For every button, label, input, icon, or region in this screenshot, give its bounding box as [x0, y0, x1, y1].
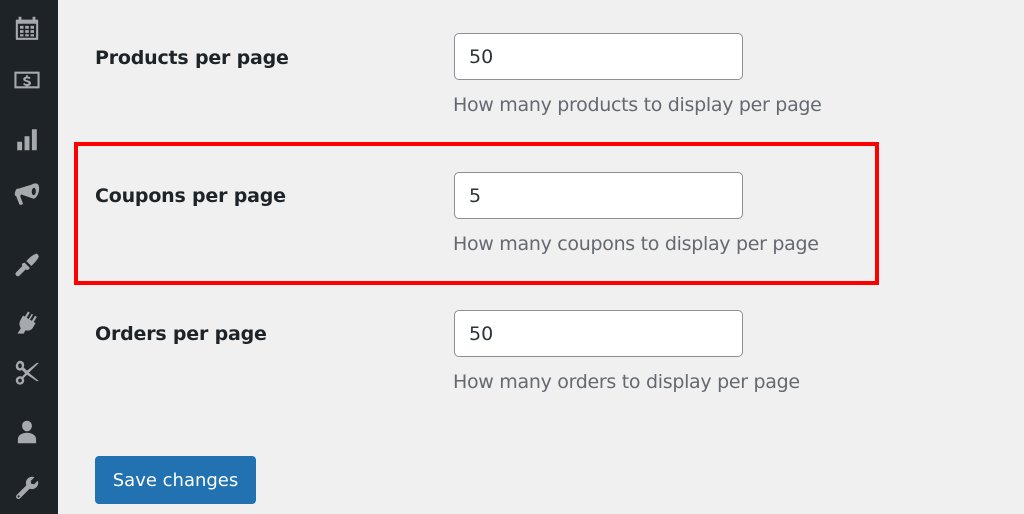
products-per-page-label: Products per page [95, 47, 289, 69]
dollar-icon[interactable] [12, 65, 42, 95]
admin-sidebar [0, 0, 58, 514]
products-per-page-input[interactable] [454, 33, 743, 80]
coupons-per-page-input[interactable] [454, 172, 743, 219]
paintbrush-icon[interactable] [12, 252, 42, 282]
orders-per-page-help: How many orders to display per page [453, 371, 800, 393]
coupons-per-page-label: Coupons per page [95, 185, 286, 207]
user-icon[interactable] [12, 417, 42, 447]
wrench-icon[interactable] [12, 473, 42, 503]
plugin-icon[interactable] [12, 307, 42, 337]
megaphone-icon[interactable] [12, 178, 42, 208]
scissors-icon[interactable] [12, 357, 42, 387]
orders-per-page-label: Orders per page [95, 323, 267, 345]
orders-per-page-input[interactable] [454, 310, 743, 357]
products-per-page-help: How many products to display per page [453, 94, 822, 116]
save-changes-button[interactable]: Save changes [95, 456, 256, 504]
analytics-bar-icon[interactable] [12, 124, 42, 154]
calendar-icon[interactable] [12, 13, 42, 43]
coupons-per-page-help: How many coupons to display per page [453, 233, 819, 255]
